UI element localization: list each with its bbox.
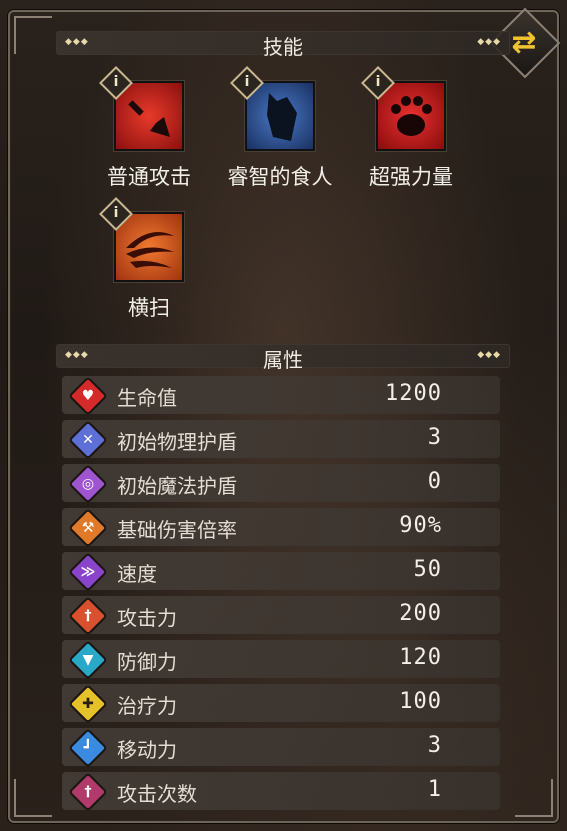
attribute-value: 100: [399, 689, 442, 714]
paw-icon[interactable]: i: [361, 66, 446, 151]
ornament-dots: ◆◆◆: [477, 350, 501, 360]
frame-corner: [14, 16, 52, 54]
info-icon[interactable]: i: [366, 70, 390, 94]
attribute-label: 生命值: [117, 386, 177, 410]
attribute-label: 初始魔法护盾: [117, 474, 237, 498]
skill-item[interactable]: i 睿智的食人: [215, 66, 345, 191]
attribute-value: 3: [427, 425, 442, 450]
attribute-row-health: ♥ 生命值 1200: [62, 376, 500, 416]
magic-shield-icon: ◎: [81, 476, 95, 492]
attributes-section-title: 属性: [263, 348, 303, 372]
attribute-value: 120: [399, 645, 442, 670]
shadow-figure-icon[interactable]: i: [230, 66, 315, 151]
attribute-label: 移动力: [117, 738, 177, 762]
attribute-row-healing: ✚ 治疗力 100: [62, 684, 500, 724]
character-info-panel: ⇄ ◆◆◆ 技能 ◆◆◆ i 普通攻击 i 睿智的食人 i 超强力量 i 横扫 …: [0, 0, 567, 831]
axe-icon: ⚒: [81, 520, 95, 536]
attribute-label: 初始物理护盾: [117, 430, 237, 454]
skill-item[interactable]: i 横扫: [84, 197, 214, 322]
attribute-row-attack: † 攻击力 200: [62, 596, 500, 636]
attribute-value: 1: [427, 777, 442, 802]
dagger-icon: †: [84, 784, 92, 800]
armor-icon: ▼: [82, 652, 94, 668]
attribute-value: 200: [399, 601, 442, 626]
attribute-value: 0: [427, 469, 442, 494]
skill-label: 横扫: [128, 296, 170, 320]
attribute-label: 治疗力: [117, 694, 177, 718]
ornament-dots: ◆◆◆: [477, 37, 501, 47]
sword-icon: †: [84, 608, 92, 624]
info-icon[interactable]: i: [104, 70, 128, 94]
attribute-label: 防御力: [117, 650, 177, 674]
info-icon[interactable]: i: [235, 70, 259, 94]
attribute-value: 50: [413, 557, 442, 582]
attributes-section-header: ◆◆◆ 属性 ◆◆◆: [56, 344, 510, 372]
attribute-row-movement: ┛ 移动力 3: [62, 728, 500, 768]
attribute-label: 基础伤害倍率: [117, 518, 237, 542]
attribute-value: 1200: [385, 381, 442, 406]
skill-label: 超强力量: [369, 165, 453, 189]
attribute-row-magic-shield: ◎ 初始魔法护盾 0: [62, 464, 500, 504]
info-icon[interactable]: i: [104, 201, 128, 225]
sword-icon[interactable]: i: [99, 66, 184, 151]
attribute-label: 速度: [117, 562, 157, 586]
attribute-row-damage-multiplier: ⚒ 基础伤害倍率 90%: [62, 508, 500, 548]
boot-icon: ┛: [83, 740, 93, 756]
sweep-slash-icon[interactable]: i: [99, 197, 184, 282]
skill-item[interactable]: i 普通攻击: [84, 66, 214, 191]
skill-label: 睿智的食人: [227, 165, 333, 189]
skills-section-title: 技能: [263, 35, 303, 59]
physical-shield-icon: ✕: [82, 432, 94, 448]
attribute-value: 3: [427, 733, 442, 758]
attribute-row-attack-count: † 攻击次数 1: [62, 772, 500, 812]
heal-cross-icon: ✚: [82, 696, 94, 712]
attribute-row-speed: ≫ 速度 50: [62, 552, 500, 592]
frame-corner: [14, 779, 52, 817]
attribute-value: 90%: [399, 513, 442, 538]
attribute-label: 攻击次数: [117, 782, 197, 806]
skill-label: 普通攻击: [107, 165, 191, 189]
heart-icon: ♥: [81, 388, 95, 404]
attribute-row-physical-shield: ✕ 初始物理护盾 3: [62, 420, 500, 460]
attribute-label: 攻击力: [117, 606, 177, 630]
attribute-row-defense: ▼ 防御力 120: [62, 640, 500, 680]
wing-icon: ≫: [80, 564, 96, 580]
skill-item[interactable]: i 超强力量: [346, 66, 476, 191]
frame-corner: [515, 779, 553, 817]
skills-section-header: ◆◆◆ 技能 ◆◆◆: [56, 31, 510, 59]
